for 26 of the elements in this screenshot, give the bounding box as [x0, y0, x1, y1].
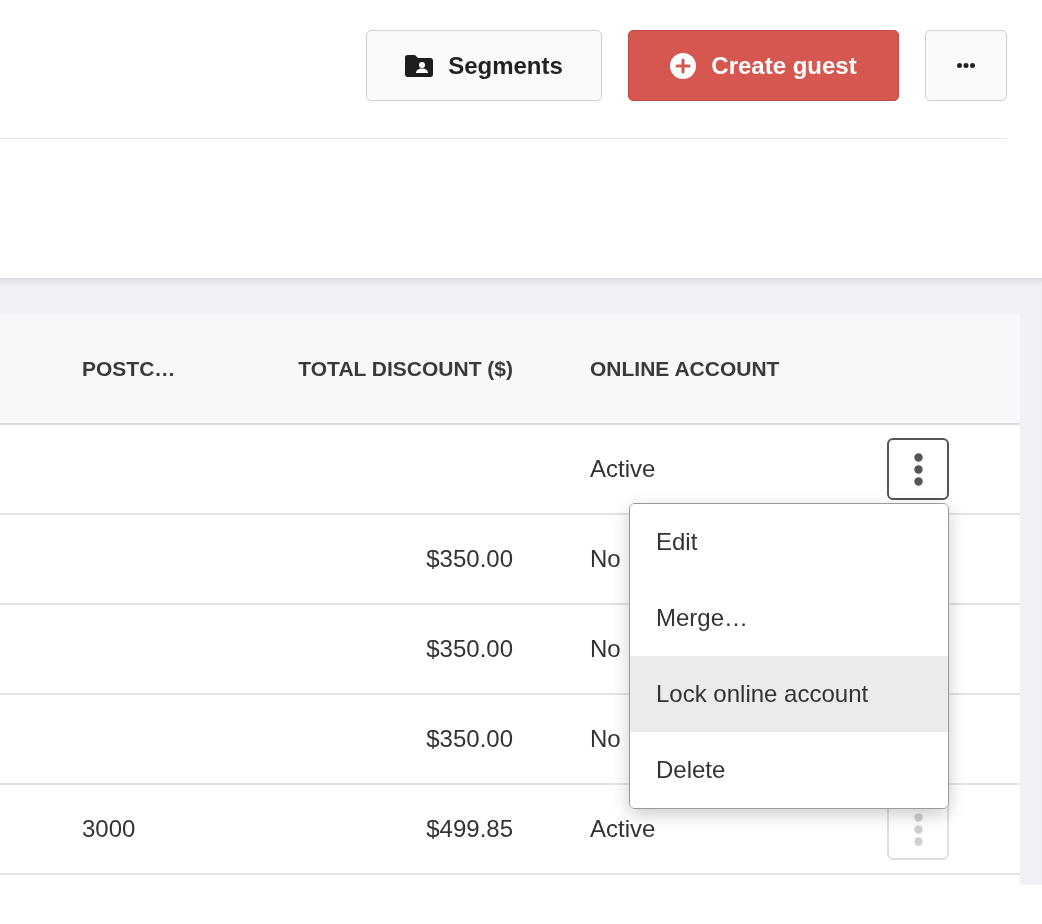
- column-header: POSTC…: [82, 356, 176, 380]
- table-cell: $350.00: [426, 725, 513, 752]
- table-cell: $350.00: [426, 545, 513, 572]
- more-icon: [957, 63, 975, 68]
- table-cell: No: [590, 545, 621, 572]
- table-cell: $499.85: [426, 815, 513, 842]
- table-cell: No: [590, 635, 621, 662]
- menu-item[interactable]: Lock online account: [630, 656, 948, 732]
- segments-button[interactable]: Segments: [366, 30, 602, 101]
- menu-item[interactable]: Delete: [630, 732, 948, 808]
- more-button[interactable]: [925, 30, 1007, 101]
- table-cell: No: [590, 725, 621, 752]
- table-cell: Active: [590, 455, 656, 482]
- create-guest-button[interactable]: Create guest: [628, 30, 899, 101]
- folder-user-icon: [405, 54, 434, 77]
- table-cell: $350.00: [426, 635, 513, 662]
- table-cell: 3000: [82, 815, 136, 842]
- column-header: TOTAL DISCOUNT ($): [298, 356, 513, 380]
- row-actions-button[interactable]: [887, 438, 949, 500]
- kebab-icon: [913, 812, 923, 846]
- menu-item[interactable]: Edit: [630, 504, 948, 580]
- plus-circle-icon: [670, 52, 697, 79]
- column-header: ONLINE ACCOUNT: [590, 356, 780, 380]
- table-cell: Active: [590, 815, 656, 842]
- kebab-icon: [913, 452, 923, 486]
- menu-item[interactable]: Merge…: [630, 580, 948, 656]
